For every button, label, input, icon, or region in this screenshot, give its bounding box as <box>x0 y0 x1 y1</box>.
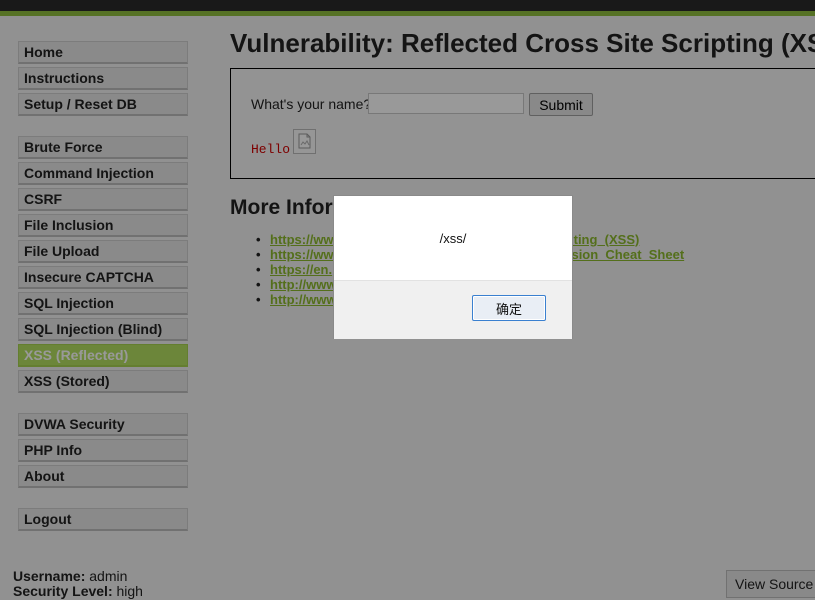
alert-dialog: /xss/ 确定 <box>333 195 573 339</box>
ok-button[interactable]: 确定 <box>472 295 546 321</box>
alert-dialog-footer: 确定 <box>334 280 572 339</box>
alert-message: /xss/ <box>439 231 467 246</box>
